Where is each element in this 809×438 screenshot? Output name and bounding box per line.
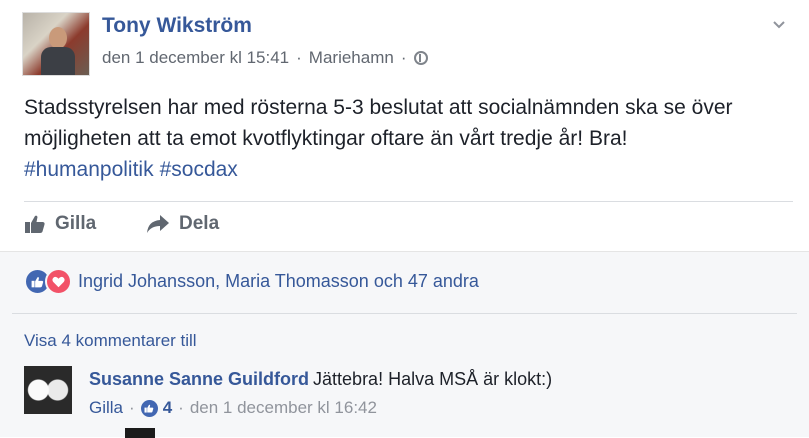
comment-like-link[interactable]: Gilla	[89, 398, 123, 418]
globe-icon[interactable]	[413, 51, 428, 65]
post-location[interactable]: Mariehamn	[309, 48, 394, 68]
author-name[interactable]: Tony Wikström	[102, 14, 252, 38]
post-body: Stadsstyrelsen har med rösterna 5-3 besl…	[24, 96, 733, 150]
avatar-face	[49, 27, 67, 49]
meta-separator: ·	[400, 48, 407, 67]
post-meta: den 1 december kl 15:41 · Mariehamn ·	[102, 48, 428, 68]
action-separator: ·	[129, 398, 135, 417]
action-separator: ·	[178, 398, 184, 417]
reactions-summary[interactable]: Ingrid Johansson, Maria Thomasson och 47…	[24, 268, 479, 295]
divider	[12, 313, 797, 314]
share-button[interactable]: Dela	[146, 213, 219, 235]
post-date[interactable]: den 1 december kl 15:41	[102, 48, 289, 68]
comment-time[interactable]: den 1 december kl 16:42	[190, 398, 377, 418]
avatar-body	[41, 47, 75, 75]
like-label: Gilla	[55, 213, 97, 234]
view-more-comments-link[interactable]: Visa 4 kommentarer till	[24, 331, 197, 351]
thumbs-up-icon	[25, 215, 45, 233]
hashtag-link[interactable]: #humanpolitik	[24, 158, 154, 181]
share-label: Dela	[179, 213, 220, 234]
author-avatar[interactable]	[22, 12, 90, 76]
share-arrow-icon	[147, 215, 169, 233]
meta-separator: ·	[296, 48, 302, 67]
like-count-icon	[140, 399, 158, 417]
post-text: Stadsstyrelsen har med rösterna 5-3 besl…	[24, 92, 799, 185]
facebook-post: Tony Wikström den 1 december kl 15:41 · …	[0, 0, 809, 438]
chevron-down-icon[interactable]	[772, 18, 786, 32]
like-button[interactable]: Gilla	[24, 213, 96, 235]
hashtag-list: #humanpolitik #socdax	[24, 158, 244, 181]
comment-actions: Gilla · 4 · den 1 december kl 16:42	[89, 398, 377, 418]
divider	[24, 201, 793, 202]
hashtag-link[interactable]: #socdax	[160, 158, 238, 181]
reaction-names: Ingrid Johansson, Maria Thomasson och 47…	[78, 271, 479, 291]
commenter-name[interactable]: Susanne Sanne Guildford	[89, 369, 309, 389]
comment-text: Jättebra! Halva MSÅ är klokt:)	[313, 369, 553, 389]
comment-item: Susanne Sanne Guildford Jättebra! Halva M…	[89, 369, 552, 390]
reply-avatar	[125, 428, 155, 438]
love-reaction-icon	[45, 268, 72, 295]
comment-like-count[interactable]: 4	[163, 398, 172, 418]
commenter-avatar[interactable]	[24, 366, 72, 414]
